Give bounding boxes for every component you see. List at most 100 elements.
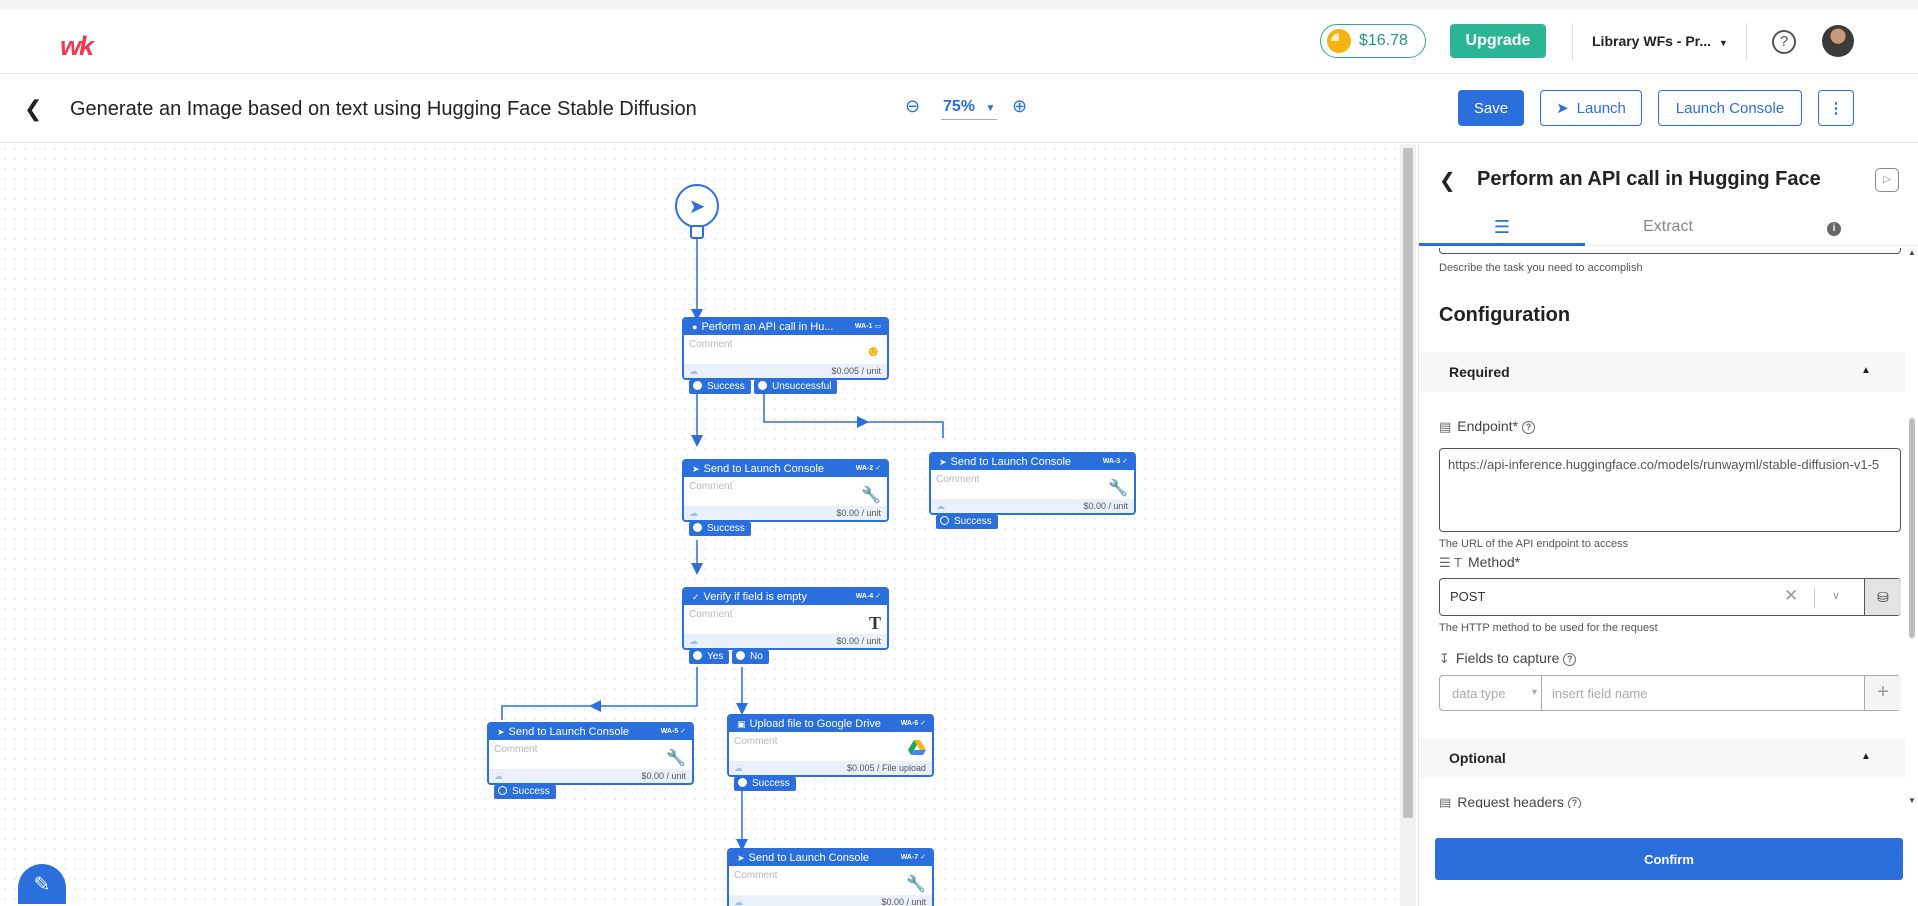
hugging-face-icon: ☻: [865, 343, 881, 360]
node-comment[interactable]: Comment: [729, 866, 932, 885]
google-drive-icon: [908, 740, 926, 761]
clear-icon[interactable]: ✕: [1784, 586, 1798, 606]
database-icon[interactable]: ⛁: [1864, 579, 1901, 615]
workspace-selector[interactable]: Library WFs - Pr... ▼: [1592, 33, 1728, 49]
cloud-icon: ☁: [689, 366, 698, 376]
upgrade-button[interactable]: Upgrade: [1450, 24, 1546, 58]
workflow-canvas[interactable]: ➤ ● Perform an API call in Hu... WA-1 ▭ C…: [0, 144, 1400, 906]
workspace-name: Library WFs - Pr...: [1592, 33, 1712, 49]
node-title: Send to Launch Console: [508, 726, 630, 738]
node-comment[interactable]: Comment: [931, 470, 1134, 489]
status-dot-icon: ●: [692, 322, 698, 332]
canvas-scrollbar[interactable]: [1400, 144, 1416, 906]
port-no[interactable]: No: [732, 650, 769, 664]
wrench-icon: 🔧: [861, 487, 881, 504]
node-comment[interactable]: Comment: [684, 605, 887, 624]
caret-down-icon: ▼: [1718, 38, 1728, 48]
workflow-node-send-console[interactable]: ➤ Send to Launch Console WA-3 ✓ Comment 🔧…: [929, 452, 1136, 515]
endpoint-field[interactable]: https://api-inference.huggingface.co/mod…: [1439, 448, 1901, 532]
panel-scrollbar[interactable]: ▲ ▼: [1905, 248, 1918, 808]
start-port[interactable]: [690, 225, 704, 239]
caret-down-icon: ▼: [1530, 687, 1539, 697]
fields-to-capture-label: ↧ Fields to capture?: [1439, 650, 1577, 667]
zoom-out-icon[interactable]: ⊖: [905, 96, 920, 117]
zoom-in-icon[interactable]: ⊕: [1012, 96, 1027, 117]
workflow-node-verify-empty[interactable]: ✓ Verify if field is empty WA-4 ✓ Comment…: [682, 587, 889, 650]
node-header: ✓ Verify if field is empty WA-4 ✓: [684, 589, 887, 605]
confirm-button[interactable]: Confirm: [1435, 838, 1903, 880]
tab-extract[interactable]: Extract: [1585, 216, 1751, 246]
node-title: Send to Launch Console: [748, 852, 870, 864]
port-yes[interactable]: Yes: [689, 650, 730, 664]
node-price: $0.00 / unit: [881, 897, 926, 906]
port-success[interactable]: Success: [689, 522, 751, 536]
panel-body: Describe the task you need to accomplish…: [1419, 248, 1905, 808]
field-doc-icon: ▤: [1439, 419, 1452, 434]
divider: [1572, 23, 1573, 61]
request-headers-label: ▤ Request headers?: [1439, 794, 1581, 808]
node-header: ▣ Upload file to Google Drive WA-6 ✓: [729, 716, 932, 732]
app-logo[interactable]: wk: [60, 31, 94, 62]
node-title: Perform an API call in Hu...: [701, 321, 834, 333]
node-footer: ☁ $0.00 / unit: [931, 499, 1134, 513]
node-footer: ☁ $0.005 / unit: [684, 364, 887, 378]
node-comment[interactable]: Comment: [684, 335, 887, 354]
save-button[interactable]: Save: [1458, 90, 1524, 126]
port-success[interactable]: Success: [494, 785, 556, 799]
avatar[interactable]: [1822, 25, 1854, 57]
endpoint-helper: The URL of the API endpoint to access: [1439, 538, 1629, 550]
check-circle-icon: ✓: [692, 592, 700, 602]
workflow-node-send-console[interactable]: ➤ Send to Launch Console WA-2 ✓ Comment 🔧…: [682, 459, 889, 522]
credits-amount: $16.78: [1359, 32, 1408, 49]
port-success[interactable]: Success: [689, 380, 751, 394]
port-success[interactable]: Success: [936, 515, 998, 529]
start-node[interactable]: ➤: [675, 184, 719, 228]
help-icon[interactable]: ?: [1772, 30, 1796, 54]
rocket-icon: ➤: [1556, 100, 1569, 117]
launch-button[interactable]: ➤ Launch: [1540, 90, 1642, 126]
section-optional[interactable]: Optional ▲: [1419, 738, 1905, 778]
wrench-icon: 🔧: [666, 750, 686, 767]
tab-info[interactable]: i: [1751, 216, 1917, 246]
node-comment[interactable]: Comment: [684, 477, 887, 496]
back-arrow-icon[interactable]: ❮: [1439, 168, 1456, 193]
node-comment[interactable]: Comment: [489, 740, 692, 759]
task-description-helper: Describe the task you need to accomplish: [1439, 262, 1643, 274]
data-type-select[interactable]: data type: [1452, 686, 1506, 701]
field-name-input[interactable]: insert field name: [1552, 686, 1647, 701]
node-footer: ☁ $0.00 / unit: [489, 769, 692, 783]
chat-support-icon[interactable]: ✎: [18, 864, 66, 904]
port-success[interactable]: Success: [734, 777, 796, 791]
credits-badge[interactable]: $16.78: [1320, 24, 1426, 58]
back-arrow-icon[interactable]: ❮: [24, 96, 42, 122]
method-select[interactable]: POST ✕ ∨ ⛁: [1439, 578, 1901, 616]
workflow-node-send-console[interactable]: ➤ Send to Launch Console WA-7 ✓ Comment 🔧…: [727, 848, 934, 906]
task-description-input[interactable]: [1439, 248, 1901, 254]
method-helper: The HTTP method to be used for the reque…: [1439, 622, 1658, 634]
download-tray-icon: ↧: [1439, 651, 1450, 666]
add-field-button[interactable]: +: [1864, 676, 1901, 710]
launch-console-button[interactable]: Launch Console: [1658, 90, 1802, 126]
section-required[interactable]: Required ▲: [1419, 352, 1905, 392]
help-icon[interactable]: ?: [1567, 797, 1581, 808]
node-id: WA-6 ✓: [900, 720, 926, 727]
help-icon[interactable]: ?: [1522, 421, 1536, 434]
text-t-icon: T: [868, 613, 881, 633]
workflow-node-api-call[interactable]: ● Perform an API call in Hu... WA-1 ▭ Com…: [682, 317, 889, 380]
wrench-icon: 🔧: [1108, 480, 1128, 497]
trash-icon[interactable]: ▭: [874, 323, 881, 330]
workflow-node-send-console[interactable]: ➤ Send to Launch Console WA-5 ✓ Comment 🔧…: [487, 722, 694, 785]
node-header: ➤ Send to Launch Console WA-2 ✓: [684, 461, 887, 477]
workflow-node-google-drive[interactable]: ▣ Upload file to Google Drive WA-6 ✓ Comm…: [727, 714, 934, 777]
zoom-select[interactable]: 75% ▼: [941, 98, 998, 120]
port-unsuccessful[interactable]: Unsuccessful: [754, 380, 838, 394]
section-title: Required: [1449, 364, 1510, 380]
more-options-button[interactable]: ⋮: [1818, 90, 1854, 126]
cloud-icon: ☁: [936, 501, 945, 511]
chevron-down-icon[interactable]: ∨: [1832, 589, 1840, 602]
help-icon[interactable]: ?: [1563, 653, 1577, 666]
node-comment[interactable]: Comment: [729, 732, 932, 751]
play-icon[interactable]: ▷: [1875, 168, 1899, 192]
method-label: ☰ T Method*: [1439, 554, 1521, 570]
tab-settings[interactable]: ☰: [1419, 216, 1585, 246]
